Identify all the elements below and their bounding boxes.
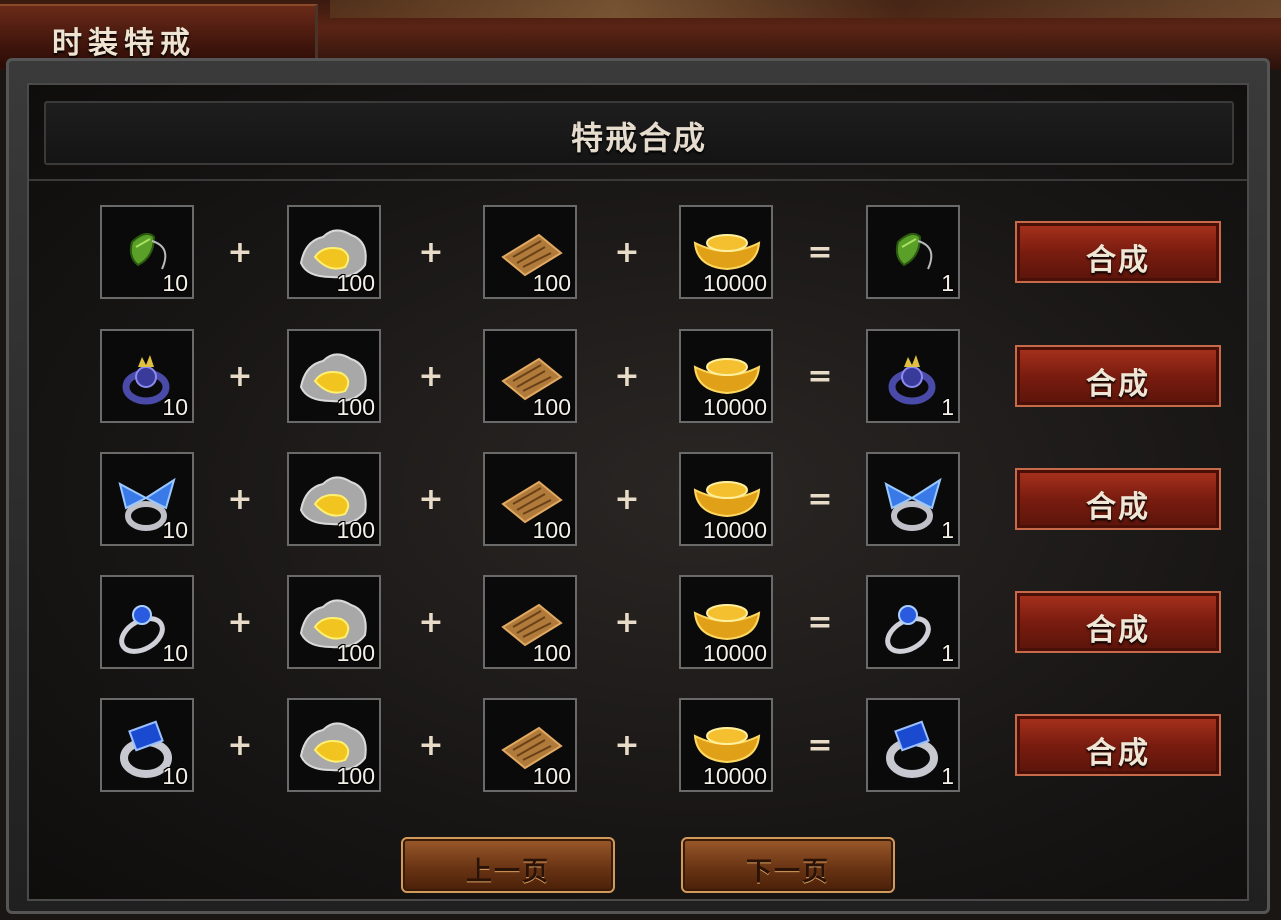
item-quantity: 100 <box>336 640 375 666</box>
item-quantity: 100 <box>336 394 375 420</box>
recipe-row: 10 100 100 10000 1 + + + = 合成 <box>29 452 1251 552</box>
item-quantity: 10000 <box>703 270 767 296</box>
item-quantity: 10000 <box>703 517 767 543</box>
prev-page-button[interactable]: 上一页 <box>401 837 615 893</box>
recipe-row: 10 100 100 10000 1 + + + = 合成 <box>29 698 1251 798</box>
item-quantity: 10 <box>162 763 188 789</box>
plus-sign: + <box>614 605 640 640</box>
result-slot[interactable]: 1 <box>866 452 960 546</box>
item-quantity: 1 <box>941 270 954 296</box>
recipe-row: 10 100 100 10000 1 + + + = 合成 <box>29 329 1251 429</box>
plus-sign: + <box>227 605 253 640</box>
craft-button[interactable]: 合成 <box>1015 468 1221 530</box>
equals-sign: = <box>807 728 833 763</box>
item-quantity: 10 <box>162 394 188 420</box>
equals-sign: = <box>807 359 833 394</box>
plus-sign: + <box>227 728 253 763</box>
recipe-row: 10 100 100 10000 1 + + + = 合成 <box>29 205 1251 305</box>
item-quantity: 10 <box>162 517 188 543</box>
item-quantity: 100 <box>532 270 571 296</box>
ring-slot[interactable]: 10 <box>100 575 194 669</box>
ore-slot[interactable]: 100 <box>287 329 381 423</box>
next-page-button[interactable]: 下一页 <box>681 837 895 893</box>
equals-sign: = <box>807 605 833 640</box>
item-quantity: 100 <box>532 517 571 543</box>
window-title: 时装特戒 <box>52 26 196 61</box>
ore-slot[interactable]: 100 <box>287 698 381 792</box>
ring-slot[interactable]: 10 <box>100 205 194 299</box>
plus-sign: + <box>418 482 444 517</box>
top-decoration <box>330 0 1281 18</box>
plus-sign: + <box>227 235 253 270</box>
item-quantity: 1 <box>941 763 954 789</box>
ring-slot[interactable]: 10 <box>100 452 194 546</box>
craft-button-label: 合成 <box>1086 736 1150 771</box>
ring-slot[interactable]: 10 <box>100 698 194 792</box>
craft-button-label: 合成 <box>1086 613 1150 648</box>
craft-button-label: 合成 <box>1086 490 1150 525</box>
item-quantity: 10 <box>162 270 188 296</box>
plus-sign: + <box>227 482 253 517</box>
next-page-label: 下一页 <box>745 857 830 887</box>
synthesis-panel: 特戒合成 10 100 100 10000 1 + + + = 合成 10 100 100… <box>27 83 1249 901</box>
result-slot[interactable]: 1 <box>866 575 960 669</box>
item-quantity: 100 <box>532 640 571 666</box>
craft-button[interactable]: 合成 <box>1015 345 1221 407</box>
panel-title: 特戒合成 <box>570 119 707 157</box>
item-quantity: 1 <box>941 517 954 543</box>
scroll-slot[interactable]: 100 <box>483 205 577 299</box>
craft-button[interactable]: 合成 <box>1015 221 1221 283</box>
item-quantity: 100 <box>336 517 375 543</box>
ore-slot[interactable]: 100 <box>287 452 381 546</box>
recipe-row: 10 100 100 10000 1 + + + = 合成 <box>29 575 1251 675</box>
result-slot[interactable]: 1 <box>866 329 960 423</box>
panel-header: 特戒合成 <box>44 101 1234 165</box>
craft-button[interactable]: 合成 <box>1015 591 1221 653</box>
scroll-slot[interactable]: 100 <box>483 452 577 546</box>
item-quantity: 10 <box>162 640 188 666</box>
prev-page-label: 上一页 <box>465 857 550 887</box>
plus-sign: + <box>418 235 444 270</box>
main-frame: 特戒合成 10 100 100 10000 1 + + + = 合成 10 100 100… <box>6 58 1270 914</box>
header-divider <box>29 179 1247 181</box>
plus-sign: + <box>418 359 444 394</box>
scroll-slot[interactable]: 100 <box>483 329 577 423</box>
gold-ingot-slot[interactable]: 10000 <box>679 575 773 669</box>
scroll-slot[interactable]: 100 <box>483 575 577 669</box>
item-quantity: 10000 <box>703 640 767 666</box>
plus-sign: + <box>227 359 253 394</box>
ore-slot[interactable]: 100 <box>287 575 381 669</box>
result-slot[interactable]: 1 <box>866 205 960 299</box>
craft-button-label: 合成 <box>1086 243 1150 278</box>
result-slot[interactable]: 1 <box>866 698 960 792</box>
item-quantity: 100 <box>336 270 375 296</box>
plus-sign: + <box>614 235 640 270</box>
item-quantity: 10000 <box>703 763 767 789</box>
craft-button[interactable]: 合成 <box>1015 714 1221 776</box>
plus-sign: + <box>614 359 640 394</box>
gold-ingot-slot[interactable]: 10000 <box>679 452 773 546</box>
item-quantity: 1 <box>941 394 954 420</box>
plus-sign: + <box>614 482 640 517</box>
item-quantity: 100 <box>532 763 571 789</box>
equals-sign: = <box>807 482 833 517</box>
craft-button-label: 合成 <box>1086 367 1150 402</box>
ring-slot[interactable]: 10 <box>100 329 194 423</box>
plus-sign: + <box>418 605 444 640</box>
item-quantity: 1 <box>941 640 954 666</box>
gold-ingot-slot[interactable]: 10000 <box>679 205 773 299</box>
scroll-slot[interactable]: 100 <box>483 698 577 792</box>
plus-sign: + <box>418 728 444 763</box>
equals-sign: = <box>807 235 833 270</box>
plus-sign: + <box>614 728 640 763</box>
item-quantity: 100 <box>336 763 375 789</box>
gold-ingot-slot[interactable]: 10000 <box>679 329 773 423</box>
ore-slot[interactable]: 100 <box>287 205 381 299</box>
gold-ingot-slot[interactable]: 10000 <box>679 698 773 792</box>
item-quantity: 10000 <box>703 394 767 420</box>
item-quantity: 100 <box>532 394 571 420</box>
